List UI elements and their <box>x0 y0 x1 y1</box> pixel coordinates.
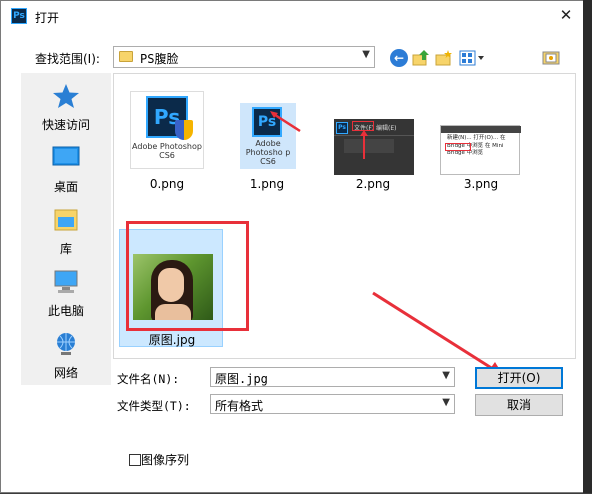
filetype-label: 文件类型(T): <box>117 399 191 413</box>
annotation-arrow-icon <box>372 291 503 375</box>
filetype-value: 所有格式 <box>215 399 264 413</box>
checkbox-label: 图像序列 <box>141 453 190 467</box>
filename-value: 原图.jpg <box>215 372 268 386</box>
image-sequence-checkbox[interactable]: 图像序列 <box>129 451 189 468</box>
background-window-edge <box>583 0 592 493</box>
chevron-down-icon: ▼ <box>442 397 450 408</box>
filetype-select[interactable]: 所有格式 ▼ <box>210 394 455 414</box>
filename-input[interactable]: 原图.jpg ▼ <box>210 367 455 387</box>
open-file-dialog: Ps 打开 ✕ 查找范围(I): PS腹脸 ▼ ← 快速访问 桌面 库 此电脑 … <box>0 0 584 493</box>
filename-label: 文件名(N): <box>117 372 180 386</box>
checkbox-box[interactable] <box>129 454 141 466</box>
chevron-down-icon[interactable]: ▼ <box>442 370 450 381</box>
open-button[interactable]: 打开(O) <box>475 367 563 389</box>
cancel-button[interactable]: 取消 <box>475 394 563 416</box>
